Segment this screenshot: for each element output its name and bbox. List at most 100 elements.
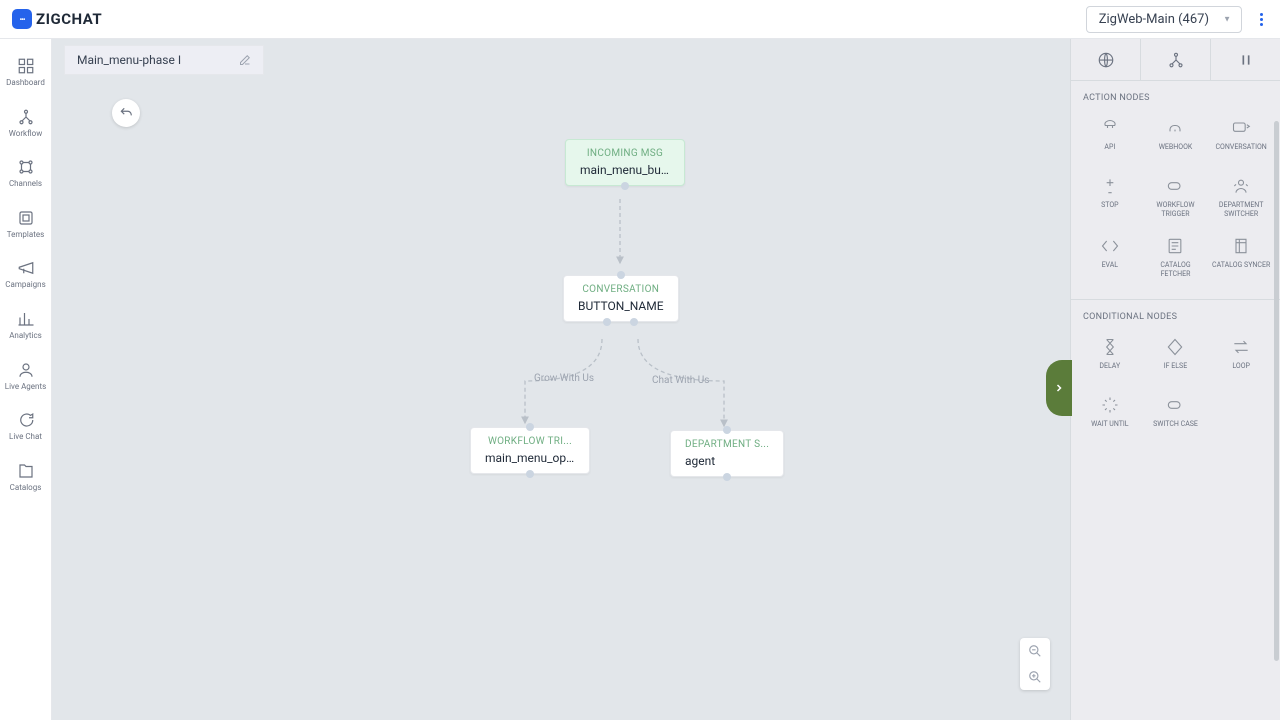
zoom-controls [1020,638,1050,690]
palette-node-label: WAIT UNTIL [1091,420,1129,436]
node-port[interactable] [603,318,611,326]
wait-icon [1099,394,1121,416]
palette-node-wftrigger[interactable]: WORKFLOW TRIGGER [1143,169,1209,225]
sidebar-item-workflow[interactable]: Workflow [0,108,51,139]
palette-node-label: CATALOG FETCHER [1145,261,1207,279]
palette-node-label: EVAL [1102,261,1119,277]
zoom-in-button[interactable] [1020,664,1050,690]
palette-node-webhook[interactable]: WEBHOOK [1143,111,1209,165]
dashboard-icon [17,57,35,75]
edge-label: Grow With Us [534,373,594,384]
palette-node-api[interactable]: API [1077,111,1143,165]
workflow-name-field[interactable]: Main_menu-phase I [64,45,264,75]
node-incoming-msg[interactable]: INCOMING MSG main_menu_bu... [565,139,685,186]
globe-icon [1097,51,1115,69]
panel-collapse-handle[interactable] [1046,360,1072,416]
node-workflow-trigger[interactable]: WORKFLOW TRI... main_menu_op... [470,427,590,474]
edit-icon [239,54,251,66]
tab-pause[interactable] [1211,39,1280,80]
workflow-icon [17,108,35,126]
delay-icon [1099,336,1121,358]
palette-node-deptswitch[interactable]: DEPARTMENT SWITCHER [1208,169,1274,225]
catalogs-icon [17,462,35,480]
sidebar-item-label: Live Agents [5,382,46,392]
palette-node-ifelse[interactable]: IF ELSE [1143,330,1209,384]
palette-node-label: API [1104,143,1115,159]
sidebar-item-analytics[interactable]: Analytics [0,310,51,341]
sidebar-item-label: Channels [9,179,42,189]
node-conversation[interactable]: CONVERSATION BUTTON_NAME [563,275,679,322]
sidebar-item-label: Analytics [9,331,42,341]
nodes-panel: ACTION NODES API WEBHOOK CONVERSATION ST… [1070,39,1280,720]
sidebar-item-label: Campaigns [5,280,45,290]
node-port[interactable] [630,318,638,326]
logo-text: ZIGCHAT [36,10,102,28]
palette-node-label: WORKFLOW TRIGGER [1145,201,1207,219]
palette-node-stop[interactable]: STOP [1077,169,1143,225]
sidebar-item-campaigns[interactable]: Campaigns [0,259,51,290]
palette-node-label: IF ELSE [1164,362,1187,378]
project-selector-value: ZigWeb-Main (467) [1099,12,1209,27]
tab-global[interactable] [1071,39,1141,80]
node-port[interactable] [723,473,731,481]
palette-node-waituntil[interactable]: WAIT UNTIL [1077,388,1143,442]
node-port[interactable] [621,182,629,190]
palette-node-switchcase[interactable]: SWITCH CASE [1143,388,1209,442]
palette-node-label: CONVERSATION [1216,143,1267,159]
app-logo: ZIGCHAT [12,9,102,29]
palette-node-label: CATALOG SYNCER [1212,261,1270,277]
undo-button[interactable] [112,99,140,127]
node-port[interactable] [723,426,731,434]
sidebar-item-livechat[interactable]: Live Chat [0,411,51,442]
palette-node-catfetch[interactable]: CATALOG FETCHER [1143,229,1209,285]
palette-node-conversation[interactable]: CONVERSATION [1208,111,1274,165]
node-title: agent [685,454,769,468]
sidebar-item-label: Workflow [9,129,42,139]
conversation-icon [1230,117,1252,139]
palette-node-loop[interactable]: LOOP [1208,330,1274,384]
chat-icon [17,411,35,429]
node-type: DEPARTMENT S... [685,439,769,450]
node-department-switcher[interactable]: DEPARTMENT S... agent [670,430,784,477]
palette-node-catsync[interactable]: CATALOG SYNCER [1208,229,1274,285]
scrollbar[interactable] [1274,121,1279,661]
app-header: ZIGCHAT ZigWeb-Main (467) [0,0,1280,39]
sidebar-item-channels[interactable]: Channels [0,158,51,189]
campaigns-icon [17,259,35,277]
switcher-icon [1230,175,1252,197]
fetch-icon [1164,235,1186,257]
sidebar-item-agents[interactable]: Live Agents [0,361,51,392]
palette-node-label: SWITCH CASE [1153,420,1198,436]
panel-section-title: CONDITIONAL NODES [1071,300,1280,330]
sync-icon [1230,235,1252,257]
node-title: BUTTON_NAME [578,299,664,313]
sidebar-item-dashboard[interactable]: Dashboard [0,57,51,88]
sidebar-item-templates[interactable]: Templates [0,209,51,240]
node-port[interactable] [617,271,625,279]
switchcase-icon [1164,394,1186,416]
project-selector[interactable]: ZigWeb-Main (467) [1086,6,1242,33]
undo-icon [119,106,133,120]
more-menu-icon[interactable] [1254,13,1268,26]
workflow-canvas[interactable]: Grow With Us Chat With Us INCOMING MSG m… [52,81,1070,720]
node-type: INCOMING MSG [580,148,670,159]
stop-icon [1099,175,1121,197]
sidebar-item-catalogs[interactable]: Catalogs [0,462,51,493]
tab-tree[interactable] [1141,39,1211,80]
node-title: main_menu_bu... [580,163,670,177]
palette-node-delay[interactable]: DELAY [1077,330,1143,384]
node-port[interactable] [526,470,534,478]
zoom-out-icon [1028,644,1042,658]
palette-node-label: WEBHOOK [1159,143,1193,159]
sidebar-item-label: Catalogs [10,483,42,493]
agents-icon [17,361,35,379]
trigger-icon [1164,175,1186,197]
channels-icon [17,158,35,176]
zoom-out-button[interactable] [1020,638,1050,664]
sidebar-item-label: Live Chat [9,432,42,442]
palette-node-label: LOOP [1232,362,1250,378]
loop-icon [1230,336,1252,358]
node-port[interactable] [526,423,534,431]
eval-icon [1099,235,1121,257]
palette-node-eval[interactable]: EVAL [1077,229,1143,285]
